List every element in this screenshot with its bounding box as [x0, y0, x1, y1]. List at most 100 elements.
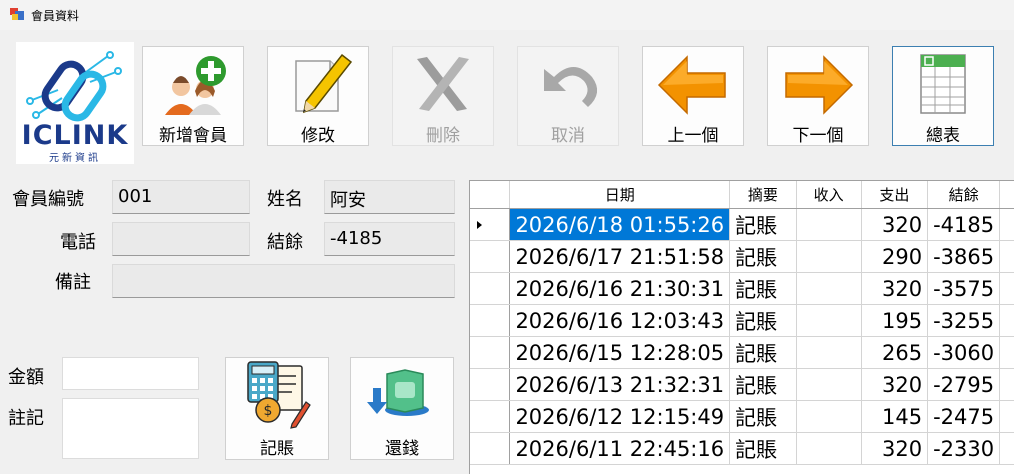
transactions-grid[interactable]: 日期 摘要 收入 支出 結餘 2026/6/18 01:55:26 記賬 320 -4…	[469, 180, 1014, 474]
calculator-bill-icon: $	[247, 361, 311, 429]
cell-income[interactable]	[796, 304, 862, 337]
cell-date[interactable]: 2026/6/16 12:03:43	[509, 304, 731, 337]
cell-income[interactable]	[796, 432, 862, 465]
cell-summary[interactable]: 記賬	[729, 368, 797, 401]
cell-date[interactable]: 2026/6/17 21:51:58	[509, 240, 731, 273]
table-row[interactable]: 2026/6/13 21:32:31 記賬 320 -2795	[470, 368, 1014, 401]
cancel-button[interactable]: 取消	[517, 46, 619, 146]
repay-label: 還錢	[385, 439, 419, 459]
remark-input[interactable]	[62, 398, 199, 459]
cell-balance[interactable]: -3255	[927, 304, 1001, 337]
company-logo: ICLINK 元新資訊	[16, 42, 134, 164]
logo-brand: ICLINK	[21, 120, 129, 151]
grid-header-row: 日期 摘要 收入 支出 結餘	[470, 181, 1014, 209]
cell-summary[interactable]: 記賬	[729, 272, 797, 305]
cell-expense[interactable]: 320	[861, 208, 929, 241]
cell-filler	[999, 240, 1014, 273]
remark-label: 註記	[8, 408, 44, 429]
cell-summary[interactable]: 記賬	[729, 208, 797, 241]
cell-summary[interactable]: 記賬	[729, 304, 797, 337]
cell-expense[interactable]: 195	[861, 304, 929, 337]
cell-income[interactable]	[796, 240, 862, 273]
cell-expense[interactable]: 320	[861, 368, 929, 401]
table-row[interactable]: 2026/6/12 12:15:49 記賬 145 -2475	[470, 400, 1014, 433]
col-header-date[interactable]: 日期	[509, 181, 731, 209]
table-row[interactable]: 2026/6/15 12:28:05 記賬 265 -3060	[470, 336, 1014, 369]
cell-summary[interactable]: 記賬	[729, 400, 797, 433]
cell-date[interactable]: 2026/6/15 12:28:05	[509, 336, 731, 369]
balance-label: 結餘	[267, 232, 303, 253]
cell-balance[interactable]: -2330	[927, 432, 1001, 465]
row-header[interactable]	[470, 368, 511, 401]
edit-label: 修改	[301, 126, 335, 146]
cell-balance[interactable]: -3060	[927, 336, 1001, 369]
note-field[interactable]	[112, 264, 455, 298]
add-member-label: 新增會員	[159, 126, 227, 146]
cell-expense[interactable]: 320	[861, 432, 929, 465]
member-no-field[interactable]: 001	[112, 180, 250, 214]
next-label: 下一個	[792, 126, 844, 146]
table-row[interactable]: 2026/6/11 22:45:16 記賬 320 -2330	[470, 432, 1014, 465]
balance-field[interactable]: -4185	[324, 222, 455, 256]
cell-summary[interactable]: 記賬	[729, 432, 797, 465]
arrow-right-icon	[785, 55, 854, 115]
table-row[interactable]: 2026/6/18 01:55:26 記賬 320 -4185	[470, 208, 1014, 241]
col-header-balance[interactable]: 結餘	[927, 181, 1001, 209]
cell-balance[interactable]: -3865	[927, 240, 1001, 273]
row-header[interactable]	[470, 240, 511, 273]
cell-balance[interactable]: -2475	[927, 400, 1001, 433]
cell-balance[interactable]: -2795	[927, 368, 1001, 401]
cell-expense[interactable]: 145	[861, 400, 929, 433]
repay-button[interactable]: 還錢	[350, 357, 454, 460]
row-header-corner	[470, 181, 511, 209]
cell-date[interactable]: 2026/6/16 21:30:31	[509, 272, 731, 305]
cell-filler	[999, 400, 1014, 433]
col-header-summary[interactable]: 摘要	[729, 181, 797, 209]
cell-summary[interactable]: 記賬	[729, 240, 797, 273]
cell-expense[interactable]: 290	[861, 240, 929, 273]
cancel-label: 取消	[551, 126, 585, 146]
row-header[interactable]	[470, 304, 511, 337]
delete-x-icon	[417, 57, 469, 111]
delete-button[interactable]: 刪除	[392, 46, 494, 146]
name-field[interactable]: 阿安	[324, 180, 455, 214]
cell-date[interactable]: 2026/6/11 22:45:16	[509, 432, 731, 465]
cell-balance[interactable]: -4185	[927, 208, 1001, 241]
row-header[interactable]	[470, 272, 511, 305]
table-row[interactable]: 2026/6/17 21:51:58 記賬 290 -3865	[470, 240, 1014, 273]
row-header[interactable]	[470, 208, 511, 241]
table-row[interactable]: 2026/6/16 12:03:43 記賬 195 -3255	[470, 304, 1014, 337]
amount-input[interactable]	[62, 357, 199, 390]
cell-income[interactable]	[796, 400, 862, 433]
cell-filler	[999, 272, 1014, 305]
row-header[interactable]	[470, 400, 511, 433]
cell-income[interactable]	[796, 336, 862, 369]
col-header-expense[interactable]: 支出	[861, 181, 929, 209]
cell-date[interactable]: 2026/6/12 12:15:49	[509, 400, 731, 433]
phone-field[interactable]	[112, 222, 250, 256]
record-label: 記賬	[260, 439, 294, 459]
cell-date[interactable]: 2026/6/13 21:32:31	[509, 368, 731, 401]
record-button[interactable]: $ 記賬	[225, 357, 329, 460]
svg-text:$: $	[264, 403, 273, 419]
cell-income[interactable]	[796, 272, 862, 305]
edit-button[interactable]: 修改	[267, 46, 369, 146]
row-header[interactable]	[470, 432, 511, 465]
next-button[interactable]: 下一個	[767, 46, 869, 146]
prev-label: 上一個	[667, 126, 719, 146]
table-row[interactable]: 2026/6/16 21:30:31 記賬 320 -3575	[470, 272, 1014, 305]
cell-expense[interactable]: 265	[861, 336, 929, 369]
prev-button[interactable]: 上一個	[642, 46, 744, 146]
cell-income[interactable]	[796, 368, 862, 401]
summary-button[interactable]: 總表	[892, 46, 994, 146]
phone-label: 電話	[60, 232, 96, 253]
col-header-income[interactable]: 收入	[796, 181, 862, 209]
cell-balance[interactable]: -3575	[927, 272, 1001, 305]
row-header[interactable]	[470, 336, 511, 369]
undo-icon	[544, 67, 598, 107]
add-member-button[interactable]: 新增會員	[142, 46, 244, 146]
cell-date[interactable]: 2026/6/18 01:55:26	[509, 208, 731, 241]
cell-summary[interactable]: 記賬	[729, 336, 797, 369]
cell-income[interactable]	[796, 208, 862, 241]
cell-expense[interactable]: 320	[861, 272, 929, 305]
